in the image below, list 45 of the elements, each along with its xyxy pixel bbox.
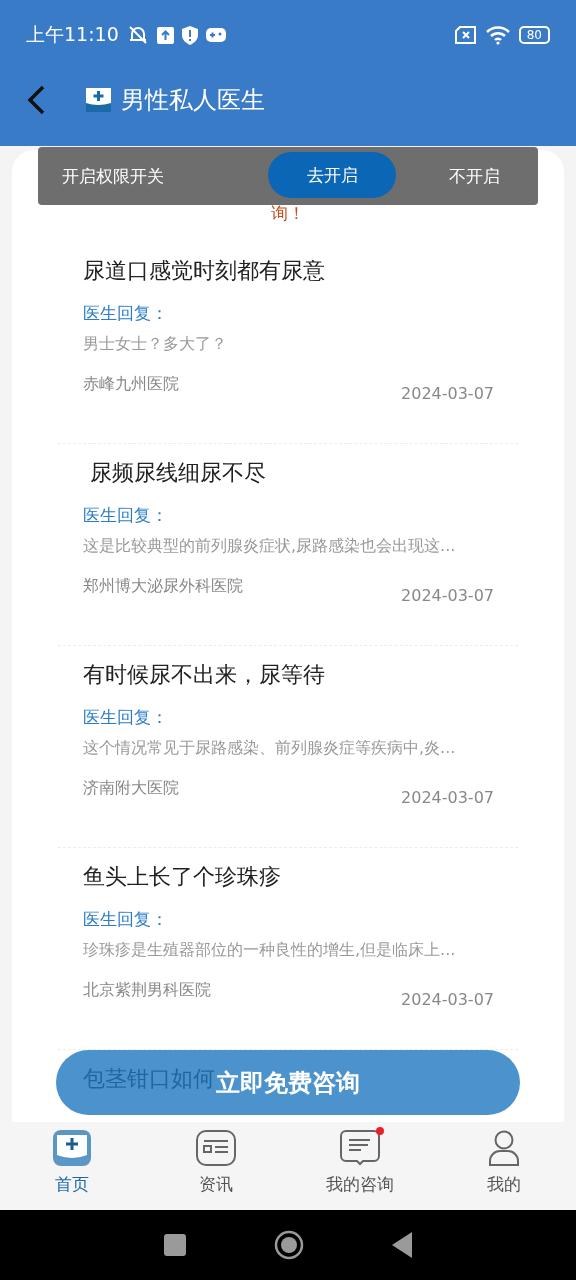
question-title[interactable]: 有时候尿不出来，尿等待 <box>83 660 325 690</box>
nav-tab[interactable]: 我的咨询 <box>288 1122 432 1210</box>
reply-text: 男士女士？多大了？ <box>83 334 228 355</box>
reply-label: 医生回复： <box>83 302 169 325</box>
question-date: 2024-03-07 <box>401 586 494 605</box>
nav-tab[interactable]: 首页 <box>0 1122 144 1210</box>
back-triangle-icon[interactable] <box>392 1232 412 1258</box>
nav-tab[interactable]: 资讯 <box>144 1122 288 1210</box>
sim-off-icon <box>454 26 477 44</box>
notice-text: 询！ <box>271 202 305 225</box>
wifi-icon <box>484 25 511 45</box>
hospital-name: 赤峰九州医院 <box>83 374 179 395</box>
news-card-icon <box>196 1130 236 1166</box>
reply-text: 这个情况常见于尿路感染、前列腺炎症等疾病中,炎... <box>83 738 457 759</box>
bell-off-icon <box>126 25 149 45</box>
upload-icon <box>156 26 174 44</box>
question-date: 2024-03-07 <box>401 384 494 403</box>
reply-text: 珍珠疹是生殖器部位的一种良性的增生,但是临床上... <box>83 940 457 961</box>
medical-kit-icon <box>52 1129 92 1167</box>
reply-label: 医生回复： <box>83 706 169 729</box>
message-icon <box>340 1130 380 1166</box>
back-icon[interactable] <box>26 85 46 115</box>
dismiss-link[interactable]: 不开启 <box>449 164 500 188</box>
gamepad-icon <box>205 27 226 43</box>
hospital-name: 郑州博大泌尿外科医院 <box>83 576 243 597</box>
status-time: 上午11:10 <box>26 22 119 47</box>
hospital-name: 北京紫荆男科医院 <box>83 980 211 1001</box>
reply-label: 医生回复： <box>83 908 169 931</box>
question-date: 2024-03-07 <box>401 788 494 807</box>
shield-icon <box>181 25 198 45</box>
reply-label: 医生回复： <box>83 504 169 527</box>
battery-level: 80 <box>518 26 550 44</box>
home-circle-icon[interactable] <box>274 1230 304 1260</box>
medical-kit-icon <box>86 88 111 112</box>
toast-message: 开启权限开关 <box>62 164 164 188</box>
enable-button[interactable]: 去开启 <box>268 152 396 198</box>
question-title[interactable]: 尿道口感觉时刻都有尿意 <box>83 256 325 286</box>
question-title[interactable]: 鱼头上长了个珍珠疹 <box>83 862 281 892</box>
question-title[interactable]: 尿频尿线细尿不尽 <box>83 458 266 488</box>
hospital-name: 济南附大医院 <box>83 778 179 799</box>
reply-text: 这是比较典型的前列腺炎症状,尿路感染也会出现这... <box>83 536 457 557</box>
app-title: 男性私人医生 <box>121 85 265 116</box>
nav-tab[interactable]: 我的 <box>432 1122 576 1210</box>
person-icon <box>488 1130 520 1166</box>
question-date: 2024-03-07 <box>401 990 494 1009</box>
